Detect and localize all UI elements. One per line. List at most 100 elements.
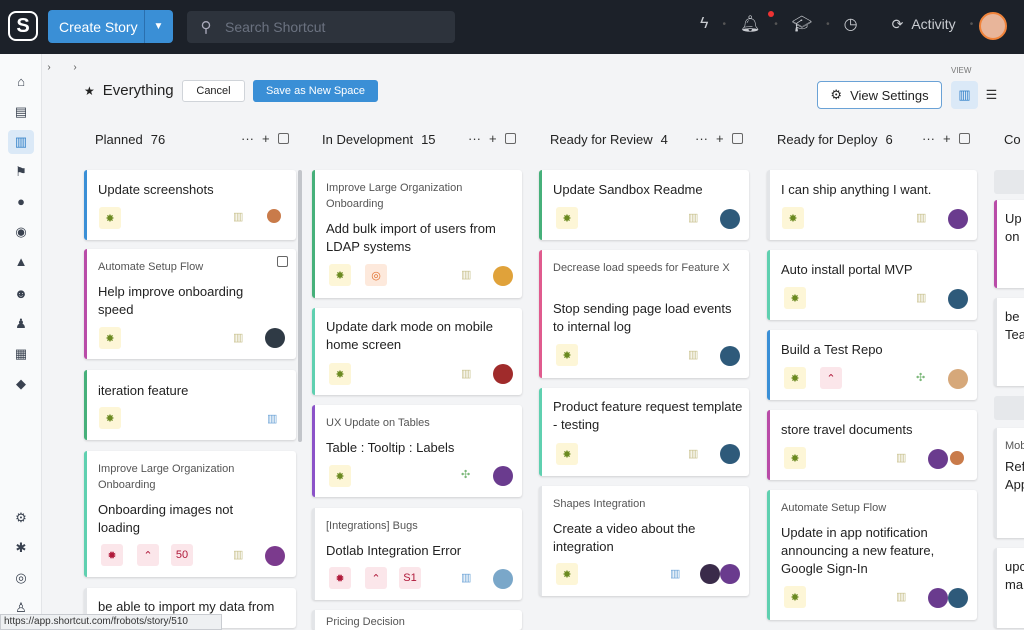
book-icon[interactable]: ▤ <box>13 104 29 120</box>
avatar[interactable] <box>720 564 740 584</box>
compass-icon[interactable]: ◉ <box>13 224 29 240</box>
epic-label[interactable]: [Integrations] Bugs <box>326 518 418 534</box>
create-story-button[interactable]: Create Story ▼ <box>48 10 173 43</box>
story-card[interactable]: I can ship anything I want. ✸ ▥ <box>767 170 977 240</box>
story-title[interactable]: Create a video about the integration <box>553 520 733 556</box>
story-card[interactable]: Update Sandbox Readme ✸ ▥ <box>539 170 749 240</box>
epic-label[interactable]: Decrease load speeds for Feature X <box>553 260 738 276</box>
epic-label[interactable]: Mob <box>1005 438 1024 454</box>
team-icon[interactable]: ☻ <box>13 286 29 302</box>
road-icon[interactable]: ▲ <box>13 254 29 270</box>
chevron-down-icon[interactable]: ▼ <box>144 10 172 43</box>
avatar[interactable] <box>720 444 740 464</box>
avatar[interactable] <box>928 588 948 608</box>
epic-label[interactable]: Improve Large Organization Onboarding <box>98 461 283 493</box>
story-card[interactable]: Improve Large Organization Onboarding On… <box>84 451 296 577</box>
avatar[interactable] <box>493 466 513 486</box>
story-card[interactable]: Update screenshots ✸ ▥ <box>84 170 296 240</box>
story-card[interactable]: iteration feature ✸ ▥ <box>84 370 296 440</box>
avatar[interactable] <box>493 364 513 384</box>
story-title[interactable]: Auto install portal MVP <box>781 261 913 279</box>
story-title[interactable]: store travel documents <box>781 421 913 439</box>
select-checkbox[interactable] <box>277 256 288 267</box>
story-card[interactable]: Shapes Integration Create a video about … <box>539 486 749 596</box>
create-story-label[interactable]: Create Story <box>48 19 144 35</box>
story-title[interactable]: upc ma <box>1005 558 1024 594</box>
story-title[interactable]: Up on <box>1005 210 1024 246</box>
epic-label[interactable]: Pricing Decision <box>326 614 405 630</box>
globe-icon[interactable]: ◎ <box>13 570 29 586</box>
search-input[interactable]: ⚲ Search Shortcut <box>187 11 455 43</box>
avatar[interactable] <box>493 266 513 286</box>
story-card[interactable]: [Integrations] Bugs Dotlab Integration E… <box>312 508 522 600</box>
select-checkbox[interactable] <box>277 133 289 144</box>
label-icon[interactable]: ◆ <box>13 376 29 392</box>
story-title[interactable]: Ref App <box>1005 458 1024 494</box>
epic-label[interactable]: UX Update on Tables <box>326 415 430 431</box>
epic-label[interactable]: Shapes Integration <box>553 496 645 512</box>
save-as-new-space-button[interactable]: Save as New Space <box>253 80 378 102</box>
add-icon[interactable]: + <box>716 131 724 146</box>
chart-icon[interactable]: ▦ <box>13 346 29 362</box>
avatar[interactable] <box>265 328 285 348</box>
star-icon[interactable]: ★ <box>84 84 95 98</box>
story-card[interactable]: Automate Setup Flow Help improve onboard… <box>84 249 296 359</box>
story-title[interactable]: Table : Tooltip : Labels <box>326 439 454 457</box>
story-card[interactable]: UX Update on Tables Table : Tooltip : La… <box>312 405 522 497</box>
kanban-view-icon[interactable]: ▥ <box>951 81 978 109</box>
story-card[interactable]: store travel documents ✸ ▥ <box>767 410 977 480</box>
story-title[interactable]: be Tea <box>1005 308 1024 344</box>
add-icon[interactable]: + <box>943 131 951 146</box>
story-card[interactable]: be Tea <box>994 298 1024 386</box>
avatar[interactable] <box>950 451 964 465</box>
view-settings-button[interactable]: ⚙ View Settings <box>817 81 942 109</box>
avatar[interactable] <box>265 546 285 566</box>
select-checkbox[interactable] <box>731 133 743 144</box>
select-checkbox[interactable] <box>504 133 516 144</box>
avatar[interactable] <box>928 449 948 469</box>
board-icon[interactable]: ▥ <box>8 130 34 154</box>
map-pin-icon[interactable]: ● <box>13 194 29 210</box>
cancel-button[interactable]: Cancel <box>182 80 245 102</box>
story-card[interactable]: Improve Large Organization Onboarding Ad… <box>312 170 522 298</box>
search-placeholder[interactable]: Search Shortcut <box>225 19 325 35</box>
story-card[interactable]: Auto install portal MVP ✸ ▥ <box>767 250 977 320</box>
story-card[interactable]: Decrease load speeds for Feature X Stop … <box>539 250 749 378</box>
epic-label[interactable]: Automate Setup Flow <box>781 500 886 516</box>
person-icon[interactable]: ♟ <box>13 316 29 332</box>
story-title[interactable]: Stop sending page load events to interna… <box>553 300 743 336</box>
story-card[interactable]: Product feature request template - testi… <box>539 388 749 476</box>
avatar[interactable] <box>948 289 968 309</box>
clock-icon[interactable]: ◷ <box>844 14 858 34</box>
avatar[interactable] <box>720 346 740 366</box>
avatar[interactable] <box>720 209 740 229</box>
more-icon[interactable]: ··· <box>468 131 481 146</box>
story-title[interactable]: I can ship anything I want. <box>781 181 931 199</box>
story-card[interactable]: Build a Test Repo ✸ ⌃ ✣ <box>767 330 977 400</box>
epic-label[interactable]: Improve Large Organization Onboarding <box>326 180 496 212</box>
story-title[interactable]: Dotlab Integration Error <box>326 542 461 560</box>
story-title[interactable]: Help improve onboarding speed <box>98 283 278 319</box>
story-title[interactable]: Update Sandbox Readme <box>553 181 703 199</box>
add-icon[interactable]: + <box>489 131 497 146</box>
user-avatar[interactable] <box>979 12 1007 40</box>
more-icon[interactable]: ··· <box>695 131 708 146</box>
story-title[interactable]: Product feature request template - testi… <box>553 398 743 434</box>
story-card[interactable]: Up on <box>994 200 1024 288</box>
activity-button[interactable]: ⟳ Activity <box>892 16 956 33</box>
story-title[interactable]: Update dark mode on mobile home screen <box>326 318 516 354</box>
story-card[interactable]: Update dark mode on mobile home screen ✸… <box>312 308 522 395</box>
scrollbar[interactable] <box>298 170 302 442</box>
story-title[interactable]: iteration feature <box>98 382 188 400</box>
epic-label[interactable]: Automate Setup Flow <box>98 259 203 275</box>
story-title[interactable]: Onboarding images not loading <box>98 501 278 537</box>
puzzle-icon[interactable]: ✱ <box>13 540 29 556</box>
avatar[interactable] <box>948 369 968 389</box>
home-icon[interactable]: ⌂ <box>13 74 29 90</box>
story-title[interactable]: Build a Test Repo <box>781 341 883 359</box>
lightning-icon[interactable]: ϟ <box>700 15 708 33</box>
story-title[interactable]: Update screenshots <box>98 181 214 199</box>
list-view-icon[interactable]: ☰ <box>978 81 1005 109</box>
story-card[interactable]: Automate Setup Flow Update in app notifi… <box>767 490 977 620</box>
flag-icon[interactable]: ⚑ <box>13 164 29 180</box>
